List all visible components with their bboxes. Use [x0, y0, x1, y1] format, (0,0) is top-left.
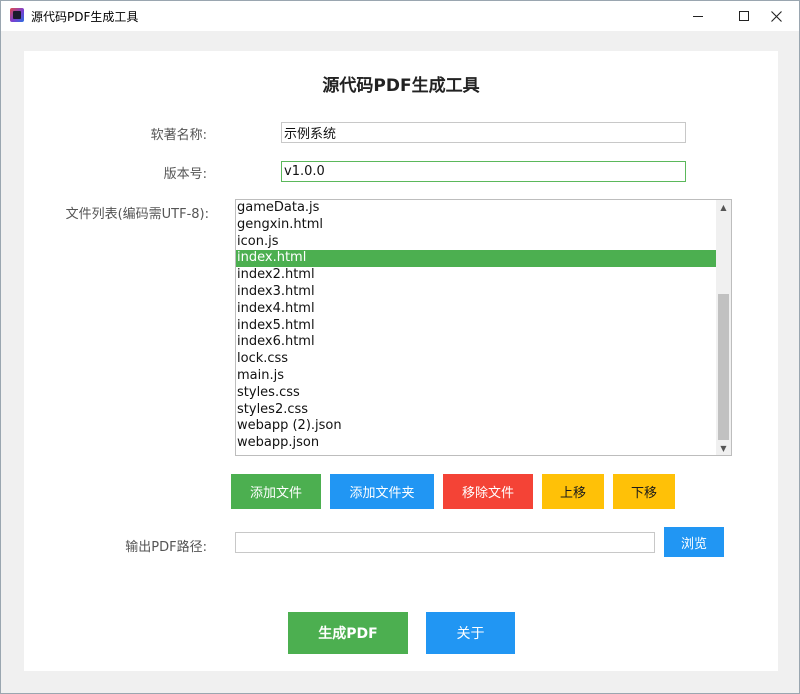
close-icon: [770, 10, 782, 22]
close-button[interactable]: [753, 1, 799, 31]
generate-pdf-button[interactable]: 生成PDF: [288, 612, 408, 654]
maximize-icon: [739, 11, 749, 21]
page-title: 源代码PDF生成工具: [322, 76, 480, 96]
file-list-item[interactable]: index2.html: [236, 267, 717, 284]
file-list-item[interactable]: webapp (2).json: [236, 418, 717, 435]
file-list-item[interactable]: index6.html: [236, 334, 717, 351]
file-list-item[interactable]: styles.css: [236, 385, 717, 402]
file-list-items: gameData.js gengxin.html icon.js index.html…: [236, 200, 717, 452]
move-up-button[interactable]: 上移: [542, 474, 604, 509]
window-title: 源代码PDF生成工具: [31, 10, 139, 24]
about-button[interactable]: 关于: [426, 612, 515, 654]
add-folder-button[interactable]: 添加文件夹: [330, 474, 434, 509]
software-name-label: 软著名称:: [150, 128, 207, 143]
output-path-input[interactable]: [235, 532, 655, 553]
add-file-button[interactable]: 添加文件: [231, 474, 321, 509]
file-list[interactable]: gameData.js gengxin.html icon.js index.html…: [235, 199, 732, 456]
file-list-item[interactable]: gengxin.html: [236, 217, 717, 234]
scroll-down-arrow-icon[interactable]: ▼: [716, 441, 731, 455]
file-list-item[interactable]: index4.html: [236, 301, 717, 318]
file-list-item[interactable]: icon.js: [236, 234, 717, 251]
scroll-up-arrow-icon[interactable]: ▲: [716, 200, 731, 214]
file-list-item[interactable]: index.html: [236, 250, 717, 268]
file-list-item[interactable]: gameData.js: [236, 200, 717, 217]
file-list-item[interactable]: index5.html: [236, 318, 717, 335]
minimize-icon: [693, 15, 703, 17]
output-path-label: 输出PDF路径:: [125, 540, 207, 555]
app-window: 源代码PDF生成工具 源代码PDF生成工具 软著名称: 版本号: 文件列表(编码…: [0, 0, 800, 694]
version-label: 版本号:: [163, 167, 207, 182]
file-list-item[interactable]: main.js: [236, 368, 717, 385]
software-name-input[interactable]: [281, 122, 686, 143]
remove-file-button[interactable]: 移除文件: [443, 474, 533, 509]
version-input[interactable]: [281, 161, 686, 182]
file-list-label: 文件列表(编码需UTF-8):: [65, 207, 209, 222]
file-list-item[interactable]: lock.css: [236, 351, 717, 368]
app-icon: [10, 8, 24, 22]
browse-button[interactable]: 浏览: [664, 527, 724, 557]
file-list-item[interactable]: webapp.json: [236, 435, 717, 452]
file-list-item[interactable]: styles2.css: [236, 402, 717, 419]
move-down-button[interactable]: 下移: [613, 474, 675, 509]
scroll-thumb[interactable]: [718, 294, 729, 440]
title-bar: 源代码PDF生成工具: [1, 1, 799, 31]
minimize-button[interactable]: [675, 1, 721, 31]
file-list-item[interactable]: index3.html: [236, 284, 717, 301]
file-list-scrollbar[interactable]: ▲ ▼: [716, 200, 731, 455]
